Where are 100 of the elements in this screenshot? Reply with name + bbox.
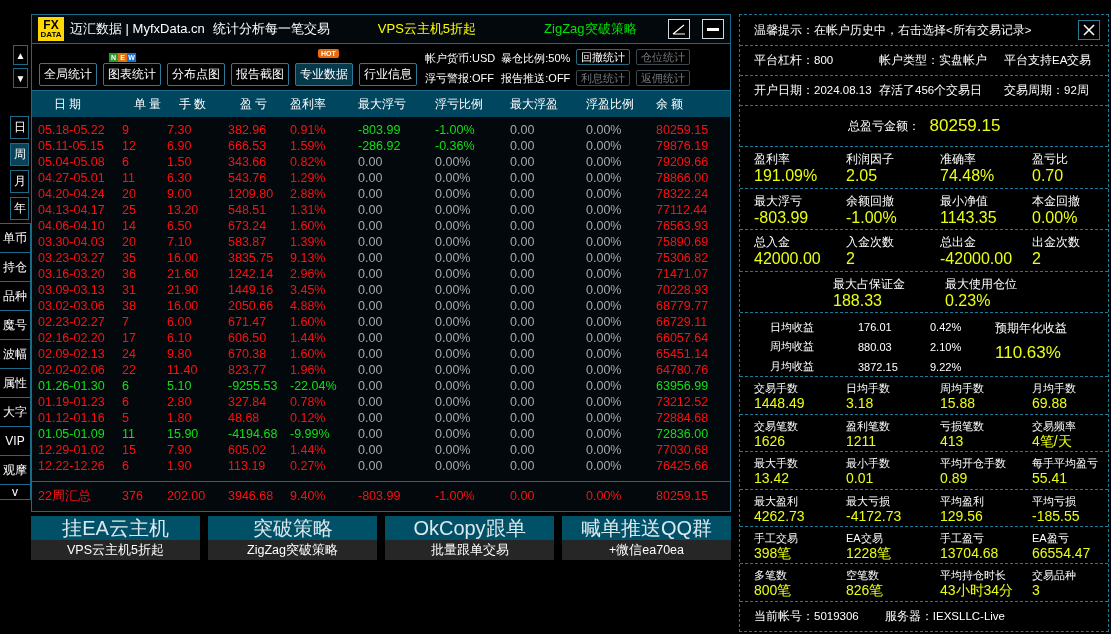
- table-cell-text: -4194.68: [228, 426, 279, 442]
- table-cell-text: 77112.44: [656, 202, 709, 218]
- table-cell-text: 0.00%: [435, 250, 472, 266]
- side-menu-item[interactable]: 大字: [0, 397, 31, 426]
- banner-link[interactable]: OkCopy跟单: [385, 516, 554, 540]
- stat-value: 13.42: [754, 471, 791, 487]
- side-menu-item[interactable]: 单币: [0, 223, 31, 252]
- side-menu-item[interactable]: v: [0, 484, 31, 500]
- stat-label: 最大使用仓位: [945, 276, 1018, 292]
- summary-cell-text: 0.00: [510, 488, 536, 505]
- average-income-text: 月均收益: [770, 359, 815, 375]
- scroll-button[interactable]: ▲: [13, 45, 28, 65]
- table-cell-text: 0.00: [510, 250, 536, 266]
- table-cell-text: 80259.15: [656, 122, 710, 138]
- table-cell-text: 0.00%: [586, 458, 623, 474]
- table-cell-text: 605.02: [228, 442, 268, 458]
- side-menu-item[interactable]: 魔号: [0, 310, 31, 339]
- table-cell-text: 0.00: [510, 186, 536, 202]
- table-cell-text: 0.00: [510, 282, 536, 298]
- angle-button[interactable]: [668, 19, 690, 39]
- banner-link[interactable]: 突破策略: [208, 516, 377, 540]
- table-cell-text: 0.00%: [586, 298, 623, 314]
- table-cell-text: 0.00%: [435, 170, 472, 186]
- stat-label: 盈亏比: [1032, 152, 1069, 167]
- stat-value: 398笔: [754, 545, 793, 562]
- table-cell-text: 75890.69: [656, 234, 710, 250]
- toolbar-button[interactable]: 报告截图: [231, 63, 289, 86]
- table-cell-text: 02.09-02.13: [38, 346, 106, 362]
- toolbar-button[interactable]: 行业信息: [359, 63, 417, 86]
- table-cell-text: 13.20: [167, 202, 200, 218]
- side-menu-item[interactable]: 波幅: [0, 339, 31, 368]
- stat-label: 最小手数: [846, 456, 891, 472]
- table-cell-text: 0.00: [510, 314, 536, 330]
- table-cell-text: 9.80: [167, 346, 193, 362]
- toolbar-button[interactable]: 图表统计: [103, 63, 161, 86]
- column-header: 日 期: [53, 95, 83, 113]
- stat-label: 交易品种: [1032, 568, 1077, 584]
- table-cell-text: 0.00: [510, 138, 536, 154]
- account-footer: 当前帐号：5019306: [754, 608, 859, 624]
- table-cell-text: 1242.14: [228, 266, 275, 282]
- table-cell-text: 1.59%: [290, 138, 327, 154]
- table-cell-text: 0.00%: [586, 154, 623, 170]
- table-cell-text: 0.00: [358, 410, 384, 426]
- table-cell-text: 0.00: [358, 394, 384, 410]
- side-menu-item[interactable]: VIP: [0, 426, 31, 455]
- column-header: 盈利率: [290, 95, 327, 113]
- table-cell-text: 666.53: [228, 138, 268, 154]
- stat-label: 盈利率: [754, 152, 791, 167]
- stat-label: 预期年化收益: [995, 321, 1067, 337]
- stat-value: 4笔/天: [1032, 433, 1073, 450]
- period-tab[interactable]: 年: [10, 197, 29, 220]
- table-cell-text: 0.00: [358, 202, 384, 218]
- close-button[interactable]: [1078, 20, 1100, 40]
- table-cell-text: 6: [122, 458, 130, 474]
- table-cell-text: 2.80: [167, 394, 193, 410]
- table-cell-text: 670.38: [228, 346, 268, 362]
- stat-value: 74.48%: [940, 167, 996, 185]
- table-cell-text: 113.19: [228, 458, 267, 474]
- table-cell-text: 03.02-03.06: [38, 298, 106, 314]
- side-menu-item[interactable]: 品种: [0, 281, 31, 310]
- banner-subtitle[interactable]: ZigZag突破策略: [208, 540, 377, 560]
- stat-value: 42000.00: [754, 250, 822, 268]
- table-cell-text: 3.45%: [290, 282, 327, 298]
- side-menu-item[interactable]: 持仓: [0, 252, 31, 281]
- table-cell-text: 12.29-01.02: [38, 442, 106, 458]
- toolbar-button[interactable]: 专业数据: [295, 63, 353, 86]
- table-cell-text: 0.00%: [435, 186, 472, 202]
- period-tab[interactable]: 周: [10, 143, 29, 166]
- minimize-button[interactable]: [702, 19, 724, 39]
- period-tab[interactable]: 月: [10, 170, 29, 193]
- account-setting: 帐户货币:USD: [425, 51, 496, 66]
- table-cell-text: 36: [122, 266, 137, 282]
- stat-button: 仓位统计: [636, 49, 691, 65]
- scroll-button[interactable]: ▼: [13, 68, 28, 88]
- table-cell-text: 5.10: [167, 378, 193, 394]
- banner-subtitle[interactable]: 批量跟单交易: [385, 540, 554, 560]
- table-cell-text: 0.00: [358, 186, 384, 202]
- stat-value: 1228笔: [846, 545, 893, 562]
- table-cell-text: 6.10: [167, 330, 193, 346]
- stat-label: EA交易: [846, 530, 884, 546]
- banner-subtitle[interactable]: VPS云主机5折起: [31, 540, 200, 560]
- summary-cell-text: 202.00: [167, 488, 207, 505]
- side-menu-item[interactable]: 观摩: [0, 455, 31, 484]
- table-cell-text: 0.00: [358, 442, 384, 458]
- table-cell-text: 71471.07: [656, 266, 710, 282]
- promo-link[interactable]: VPS云主机5折起: [377, 20, 477, 38]
- promo-link[interactable]: ZigZag突破策略: [544, 20, 637, 38]
- banner-subtitle[interactable]: +微信ea70ea: [562, 540, 731, 560]
- period-tab[interactable]: 日: [10, 116, 29, 139]
- toolbar-button[interactable]: 全局统计: [39, 63, 97, 86]
- banner-link[interactable]: 喊单推送QQ群: [562, 516, 731, 540]
- toolbar-button[interactable]: 分布点图: [167, 63, 225, 86]
- stat-value: 43小时34分: [940, 583, 1015, 599]
- table-cell-text: 31: [122, 282, 137, 298]
- stat-value: 0.01: [846, 471, 875, 487]
- stat-button[interactable]: 回撤统计: [576, 49, 631, 65]
- side-menu-item[interactable]: 属性: [0, 368, 31, 397]
- table-cell-text: 0.00: [358, 234, 384, 250]
- banner-link[interactable]: 挂EA云主机: [31, 516, 200, 540]
- table-cell-text: 0.00%: [586, 170, 623, 186]
